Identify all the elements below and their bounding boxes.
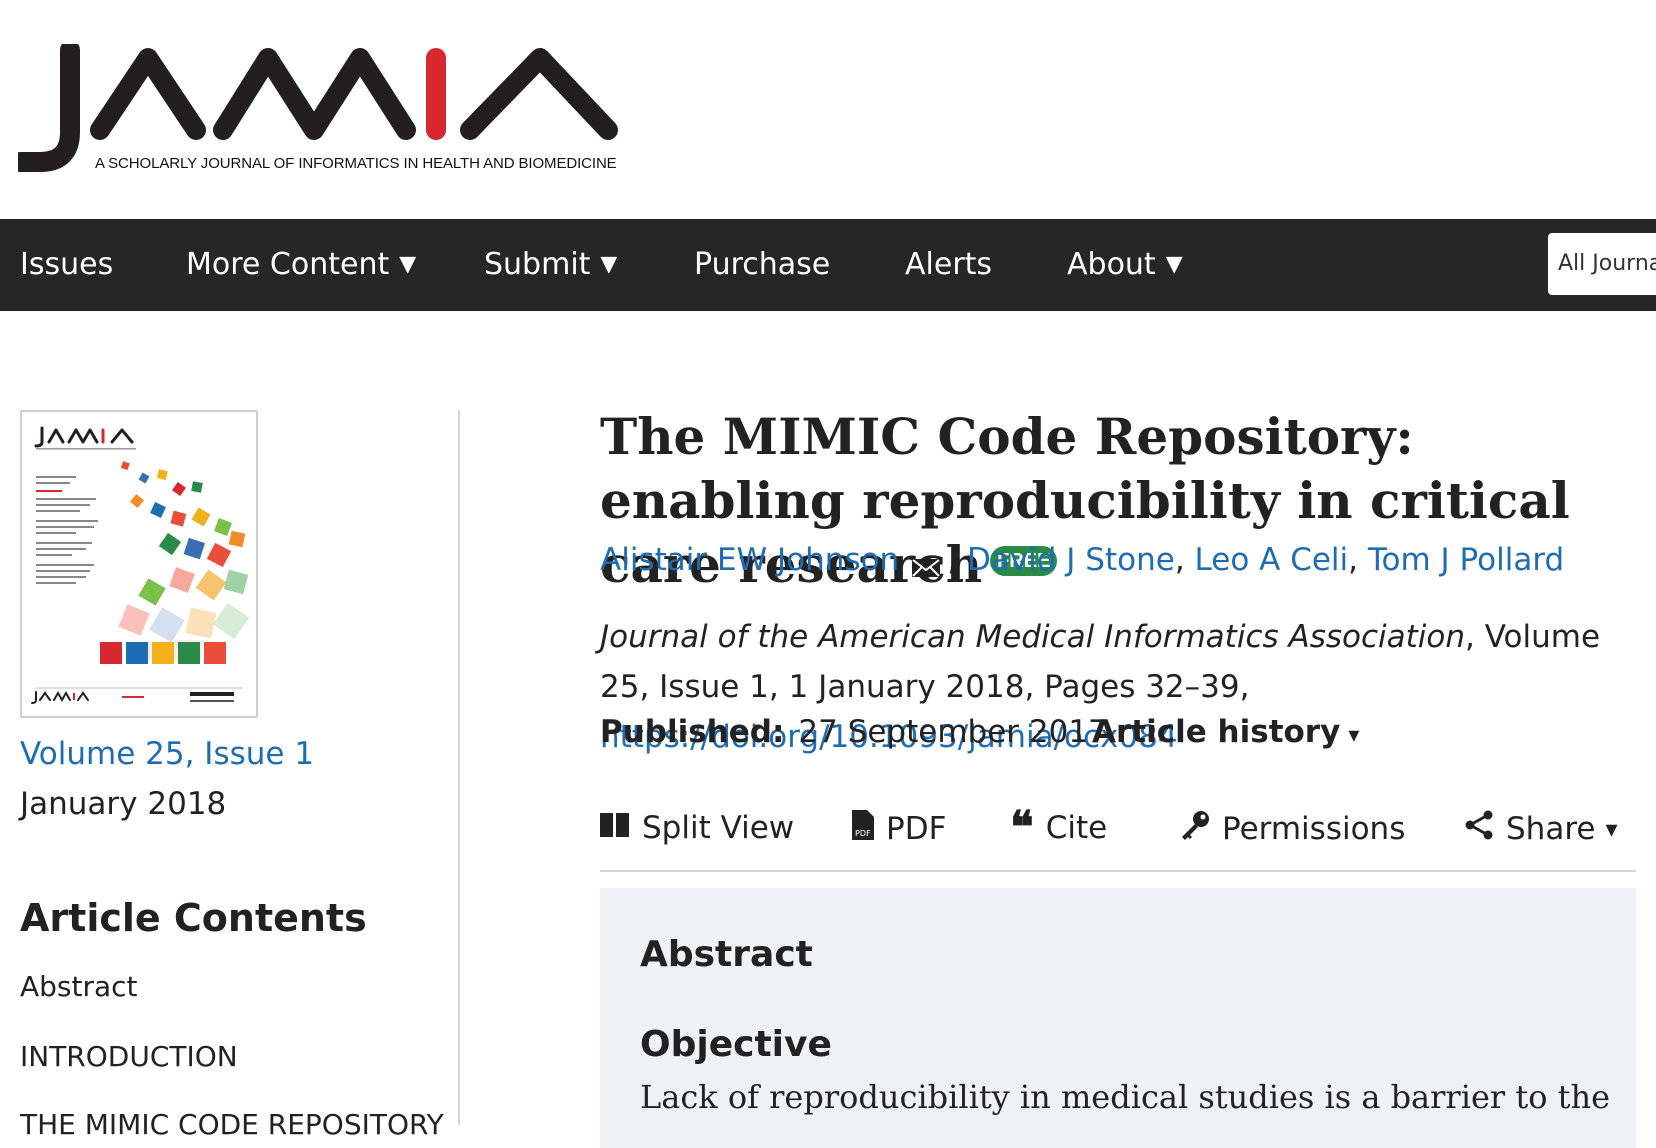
abstract-section: Abstract Objective Lack of reproducibili… (600, 888, 1636, 1148)
author-separator: , (947, 542, 967, 578)
caret-down-icon: ▼ (399, 252, 417, 277)
published-date: 27 September 2017 (798, 714, 1108, 750)
nav-alerts[interactable]: Alerts (905, 219, 992, 311)
nav-issues[interactable]: Issues (20, 219, 113, 311)
split-view-icon (600, 810, 630, 846)
split-view-button[interactable]: Split View (600, 810, 794, 846)
author-link[interactable]: David J Stone (967, 542, 1175, 578)
toolbar-divider (600, 870, 1636, 872)
nav-more-content[interactable]: More Content ▼ (186, 219, 416, 311)
objective-heading: Objective (640, 1024, 832, 1065)
cite-label: Cite (1045, 810, 1108, 846)
cite-button[interactable]: ❝ Cite (1010, 802, 1108, 853)
article-history-toggle[interactable]: Article history ▾ (1092, 714, 1359, 750)
toc-item-introduction[interactable]: INTRODUCTION (20, 1040, 238, 1073)
nav-submit[interactable]: Submit ▼ (484, 219, 617, 311)
author-list: Alistair EW Johnson, David J Stone, Leo … (600, 542, 1564, 578)
nav-about-label: About (1067, 247, 1156, 282)
svg-text:PDF: PDF (855, 829, 871, 838)
masthead: A SCHOLARLY JOURNAL OF INFORMATICS IN HE… (0, 0, 1656, 220)
share-label: Share (1506, 811, 1596, 847)
pdf-label: PDF (886, 811, 947, 847)
author-link[interactable]: Leo A Celi (1195, 542, 1349, 578)
pdf-button[interactable]: PDF PDF (852, 810, 946, 848)
main-nav: Issues More Content ▼ Submit ▼ Purchase Al… (0, 219, 1656, 311)
objective-text: Lack of reproducibility in medical studi… (640, 1078, 1611, 1116)
quote-icon: ❝ (1010, 802, 1034, 853)
share-icon (1464, 810, 1494, 848)
caret-down-icon: ▼ (1165, 252, 1183, 277)
author-link[interactable]: Alistair EW Johnson (600, 542, 899, 578)
caret-down-icon: ▾ (1348, 723, 1360, 748)
permissions-button[interactable]: Permissions (1180, 810, 1405, 848)
share-button[interactable]: Share ▾ (1464, 810, 1618, 848)
sidebar-divider (458, 410, 460, 1125)
nav-more-content-label: More Content (186, 247, 390, 282)
nav-purchase[interactable]: Purchase (694, 219, 830, 311)
article-contents-heading: Article Contents (20, 896, 367, 940)
nav-about[interactable]: About ▼ (1067, 219, 1183, 311)
caret-down-icon: ▾ (1605, 815, 1618, 843)
author-separator: , (1348, 542, 1368, 578)
key-icon (1180, 810, 1210, 848)
author-separator: , (1174, 542, 1195, 578)
abstract-heading: Abstract (640, 934, 813, 975)
journal-name: Journal of the American Medical Informat… (600, 619, 1466, 655)
published-label: Published: (600, 714, 785, 750)
pdf-icon: PDF (852, 810, 874, 848)
nav-purchase-label: Purchase (694, 247, 831, 282)
author-link[interactable]: Tom J Pollard (1368, 542, 1564, 578)
split-view-label: Split View (642, 810, 795, 846)
caret-down-icon: ▼ (600, 252, 618, 277)
issue-link[interactable]: Volume 25, Issue 1 (20, 736, 314, 772)
issue-date: January 2018 (20, 786, 227, 822)
search-scope-select[interactable]: All Journals (1548, 233, 1656, 295)
envelope-icon[interactable] (911, 551, 941, 577)
article-history-label: Article history (1092, 714, 1341, 750)
journal-tagline: A SCHOLARLY JOURNAL OF INFORMATICS IN HE… (95, 155, 617, 172)
nav-issues-label: Issues (20, 247, 114, 282)
issue-cover-image[interactable] (20, 410, 258, 718)
permissions-label: Permissions (1222, 811, 1406, 847)
nav-submit-label: Submit (484, 247, 591, 282)
toc-item-abstract[interactable]: Abstract (20, 970, 138, 1003)
nav-alerts-label: Alerts (905, 247, 993, 282)
published-line: Published: 27 September 2017 (600, 714, 1108, 750)
